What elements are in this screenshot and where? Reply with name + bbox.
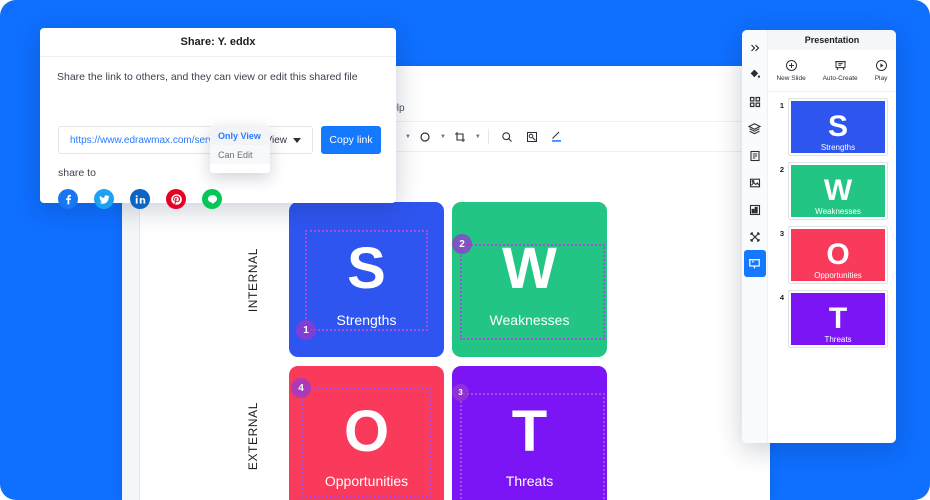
slide-caption: Weaknesses — [815, 207, 861, 216]
auto-create-label: Auto-Create — [822, 75, 858, 82]
slide-item[interactable]: 1 S Strengths — [768, 98, 896, 162]
copy-link-button[interactable]: Copy link — [321, 126, 381, 154]
slide-item[interactable]: 3 O Opportunities — [768, 226, 896, 290]
slide-caption: Opportunities — [814, 271, 862, 280]
share-dialog-description: Share the link to others, and they can v… — [57, 71, 358, 83]
symbols-grid-icon[interactable] — [744, 88, 766, 115]
selection-badge-3[interactable]: 3 — [452, 384, 469, 401]
share-to-label: share to — [58, 167, 96, 179]
swot-quadrant-opportunities[interactable]: O Opportunities 4 — [289, 366, 444, 500]
new-slide-label: New Slide — [776, 75, 806, 82]
selection-badge-4[interactable]: 4 — [291, 378, 311, 398]
selection-badge-2[interactable]: 2 — [452, 234, 472, 254]
slide-number: 3 — [779, 229, 784, 238]
shuffle-icon[interactable] — [744, 223, 766, 250]
slide-letter: O — [826, 238, 850, 271]
crop-icon[interactable] — [449, 126, 471, 148]
axis-label-external: EXTERNAL — [246, 402, 260, 471]
highlighter-icon[interactable] — [546, 126, 568, 148]
pinterest-icon[interactable] — [166, 189, 186, 209]
screenshot-icon[interactable] — [521, 126, 543, 148]
slide-number: 4 — [779, 293, 784, 302]
slide-thumbnail[interactable]: W Weaknesses — [788, 162, 888, 220]
swot-letter-s: S — [347, 236, 386, 301]
slide-list[interactable]: 1 S Strengths 2 W Weaknesses 3 O Opportu… — [768, 92, 896, 443]
slide-item[interactable]: 4 T Threats — [768, 290, 896, 354]
slide-caption: Strengths — [820, 143, 856, 152]
presentation-actions: New Slide Auto-Create Play — [768, 50, 896, 92]
slide-letter: W — [823, 174, 853, 207]
swot-quadrant-weaknesses[interactable]: W Weaknesses 2 — [452, 202, 607, 357]
play-label: Play — [874, 75, 888, 82]
easel-icon — [834, 59, 847, 72]
collapse-chevrons-icon[interactable] — [744, 34, 766, 61]
presentation-title: Presentation — [768, 30, 896, 50]
axis-label-internal: INTERNAL — [246, 248, 260, 313]
share-dialog-title: Share: Y. eddx — [40, 28, 396, 57]
permission-option-can-edit[interactable]: Can Edit — [210, 145, 270, 164]
play-button[interactable]: Play — [875, 59, 888, 82]
swot-letter-w: W — [502, 236, 557, 301]
zoom-icon[interactable] — [496, 126, 518, 148]
permission-option-only-view[interactable]: Only View — [210, 126, 270, 145]
facebook-icon[interactable] — [58, 189, 78, 209]
chevron-down-icon[interactable]: ▼ — [440, 134, 446, 140]
social-share-list — [58, 189, 222, 209]
chevron-down-icon[interactable]: ▼ — [405, 134, 411, 140]
line-color-icon[interactable] — [414, 126, 436, 148]
page-notes-icon[interactable] — [744, 142, 766, 169]
slide-letter: T — [828, 302, 848, 335]
slide-number: 2 — [779, 165, 784, 174]
new-slide-button[interactable]: New Slide — [776, 59, 806, 82]
image-icon[interactable] — [744, 169, 766, 196]
swot-quadrant-strengths[interactable]: S Strengths 1 — [289, 202, 444, 357]
linkedin-icon[interactable] — [130, 189, 150, 209]
swot-letter-t: T — [511, 399, 548, 464]
slide-thumbnail[interactable]: O Opportunities — [788, 226, 888, 284]
presentation-icon[interactable] — [743, 250, 766, 277]
presentation-main: Presentation New Slide Auto-Create Play … — [768, 30, 896, 443]
slide-letter: S — [827, 110, 848, 143]
slide-number: 1 — [779, 101, 784, 110]
selection-badge-1[interactable]: 1 — [296, 320, 316, 340]
slide-thumbnail[interactable]: T Threats — [788, 290, 888, 348]
auto-create-button[interactable]: Auto-Create — [823, 59, 858, 82]
swot-label-opportunities: Opportunities — [324, 473, 409, 489]
slide-caption: Threats — [824, 335, 852, 344]
chevron-down-icon[interactable]: ▼ — [475, 134, 481, 140]
slide-thumbnail[interactable]: S Strengths — [788, 98, 888, 156]
screenshot-root: Help — [0, 0, 930, 500]
chart-icon[interactable] — [744, 196, 766, 223]
fill-bucket-icon[interactable] — [744, 61, 766, 88]
toolbar-divider — [487, 129, 489, 144]
twitter-icon[interactable] — [94, 189, 114, 209]
swot-label-threats: Threats — [505, 473, 554, 489]
layers-icon[interactable] — [744, 115, 766, 142]
presentation-panel: Presentation New Slide Auto-Create Play … — [742, 30, 896, 443]
slide-item[interactable]: 2 W Weaknesses — [768, 162, 896, 226]
line-icon[interactable] — [202, 189, 222, 209]
share-dialog: Share: Y. eddx Share the link to others,… — [40, 28, 396, 209]
plus-circle-icon — [785, 59, 798, 72]
presentation-rail — [742, 30, 768, 443]
share-link-field[interactable]: https://www.edrawmax.com/server.. Only V… — [58, 126, 313, 154]
chevron-down-icon — [293, 137, 301, 143]
swot-label-weaknesses: Weaknesses — [489, 312, 570, 328]
play-circle-icon — [875, 59, 888, 72]
swot-quadrant-threats[interactable]: T Threats 3 — [452, 366, 607, 500]
swot-letter-o: O — [343, 399, 390, 464]
permission-dropdown-menu: Only View Can Edit — [210, 126, 270, 173]
